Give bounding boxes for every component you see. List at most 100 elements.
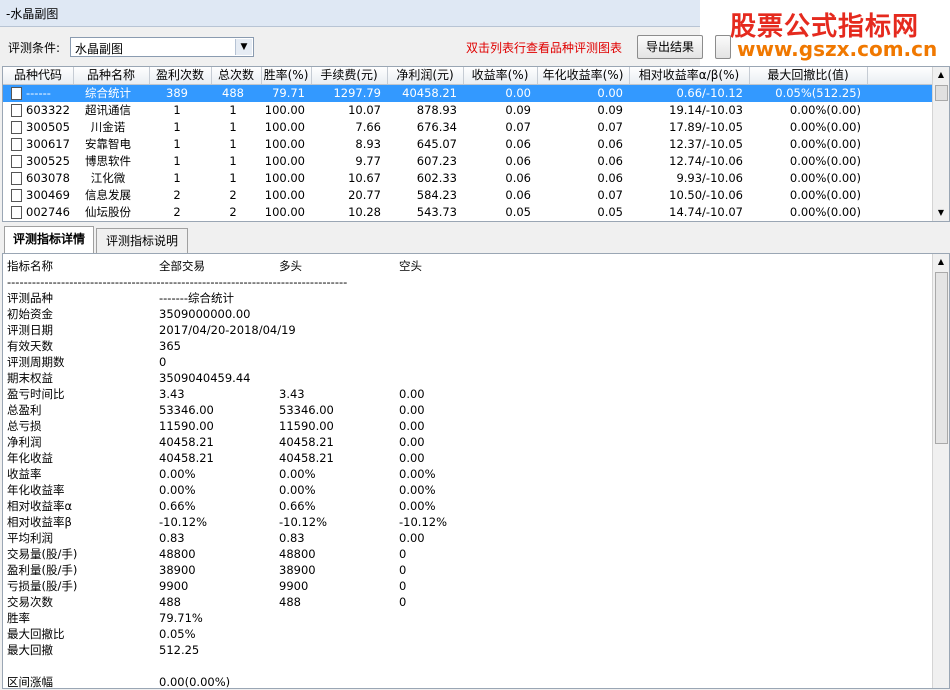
table-cell: 综合统计 [85, 86, 131, 100]
detail-cell: 交易量(股/手) [7, 547, 78, 561]
detail-cell: -10.12% [279, 515, 327, 529]
table-cell: 12.74/-10.06 [669, 154, 743, 168]
detail-cell: 0.00% [279, 483, 316, 497]
detail-cell: 488 [159, 595, 181, 609]
tab-description[interactable]: 评测指标说明 [96, 228, 188, 253]
detail-scrollbar[interactable]: ▲ [932, 254, 949, 688]
detail-cell: 2017/04/20-2018/04/19 [159, 323, 296, 337]
column-header[interactable]: 年化收益率(%) [537, 67, 630, 84]
table-cell: 543.73 [416, 205, 457, 219]
detail-cell: 9900 [279, 579, 309, 593]
detail-cell: 期末权益 [7, 371, 53, 385]
table-cell: 信息发展 [85, 188, 131, 202]
table-row[interactable]: 300617 安靠智电 1 1 100.00 8.93 645.07 0.06 0.06 12.3… [3, 136, 933, 153]
scroll-up-icon[interactable]: ▲ [933, 67, 949, 83]
table-cell: 645.07 [416, 137, 457, 151]
detail-cell: -10.12% [159, 515, 207, 529]
document-icon [11, 87, 22, 100]
column-header[interactable]: 胜率(%) [261, 67, 312, 84]
table-cell: 676.34 [416, 120, 457, 134]
detail-cell: 亏损量(股/手) [7, 579, 78, 593]
detail-cell: 胜率 [7, 611, 30, 625]
column-header[interactable]: 手续费(元) [311, 67, 388, 84]
column-header[interactable]: 盈利次数 [149, 67, 212, 84]
table-cell: 2 [229, 205, 237, 219]
table-row[interactable]: 300525 博思软件 1 1 100.00 9.77 607.23 0.06 0.06 12.7… [3, 153, 933, 170]
column-header[interactable]: 品种代码 [3, 67, 74, 84]
detail-cell: 0.00 [399, 403, 425, 417]
detail-cell: 79.71% [159, 611, 203, 625]
detail-cell: 相对收益率α [7, 499, 73, 513]
table-cell: 0.07 [597, 188, 623, 202]
table-cell: 2 [173, 188, 181, 202]
table-row[interactable]: ------ 综合统计 389 488 79.71 1297.79 40458.21 0.00… [3, 85, 933, 102]
results-grid[interactable]: 品种代码 品种名称 盈利次数 总次数 胜率(%) 手续费(元) 净利润(元) 收益率(%) 年化… [2, 66, 950, 222]
column-header[interactable]: 品种名称 [73, 67, 150, 84]
detail-cell: 365 [159, 339, 181, 353]
column-header[interactable]: 净利润(元) [387, 67, 464, 84]
document-icon [11, 104, 22, 117]
scroll-thumb[interactable] [935, 85, 948, 101]
detail-cell: 收益率 [7, 467, 42, 481]
condition-select[interactable]: 水晶副图 ▼ [70, 37, 254, 57]
table-cell: 79.71 [272, 86, 305, 100]
row-code-cell: ------ [3, 85, 67, 102]
row-code-cell: 300505 [3, 119, 70, 136]
table-cell: 川金诺 [90, 120, 126, 134]
scroll-up-icon[interactable]: ▲ [933, 254, 949, 270]
table-cell: 8.93 [355, 137, 381, 151]
detail-cell: 0.00% [279, 467, 316, 481]
table-cell: 0.00 [505, 86, 531, 100]
extra-button[interactable] [715, 35, 731, 59]
scroll-thumb[interactable] [935, 272, 948, 444]
table-row[interactable]: 300469 信息发展 2 2 100.00 20.77 584.23 0.06 0.07 10.… [3, 187, 933, 204]
column-header[interactable]: 最大回撤比(值) [749, 67, 868, 84]
detail-cell: 评测日期 [7, 323, 53, 337]
detail-cell: 3.43 [159, 387, 185, 401]
table-cell: 0.66/-10.12 [676, 86, 743, 100]
detail-cell: 0.83 [159, 531, 185, 545]
table-cell: 100.00 [264, 171, 305, 185]
row-code: 603078 [26, 171, 70, 185]
table-cell: 0.00%(0.00) [789, 154, 861, 168]
detail-cell: 空头 [399, 259, 422, 273]
detail-cell: 多头 [279, 259, 302, 273]
document-icon [11, 206, 22, 219]
chevron-down-icon[interactable]: ▼ [235, 39, 252, 55]
column-header[interactable]: 收益率(%) [463, 67, 538, 84]
table-cell: 17.89/-10.05 [669, 120, 743, 134]
detail-cell: 指标名称 [7, 259, 53, 273]
grid-scrollbar[interactable]: ▲ ▼ [932, 67, 949, 221]
detail-cell: 相对收益率β [7, 515, 72, 529]
export-button[interactable]: 导出结果 [637, 35, 703, 59]
scroll-down-icon[interactable]: ▼ [933, 205, 949, 221]
table-cell: 0.00%(0.00) [789, 120, 861, 134]
detail-cell: 48800 [279, 547, 316, 561]
detail-separator: ----------------------------------------… [7, 275, 348, 289]
table-row[interactable]: 300505 川金诺 1 1 100.00 7.66 676.34 0.07 0.07 17.89… [3, 119, 933, 136]
detail-cell: 盈利量(股/手) [7, 563, 78, 577]
detail-cell: 交易次数 [7, 595, 53, 609]
table-cell: 40458.21 [402, 86, 457, 100]
row-code: 603322 [26, 103, 70, 117]
row-code: 300617 [26, 137, 70, 151]
table-cell: 0.05%(512.25) [775, 86, 861, 100]
table-cell: 9.77 [355, 154, 381, 168]
table-cell: 1 [173, 103, 181, 117]
detail-cell: 40458.21 [159, 435, 214, 449]
table-row[interactable]: 603322 超讯通信 1 1 100.00 10.07 878.93 0.09 0.09 19.… [3, 102, 933, 119]
table-row[interactable]: 002746 仙坛股份 2 2 100.00 10.28 543.73 0.05 0.05 14.… [3, 204, 933, 221]
table-row[interactable]: 603078 江化微 1 1 100.00 10.67 602.33 0.06 0.06 9.93… [3, 170, 933, 187]
detail-cell: -10.12% [399, 515, 447, 529]
column-header[interactable]: 总次数 [211, 67, 262, 84]
table-cell: 0.06 [597, 171, 623, 185]
detail-cell: 0.00% [399, 467, 436, 481]
table-cell: 20.77 [348, 188, 381, 202]
condition-label: 评测条件: [8, 41, 61, 55]
table-cell: 10.50/-10.06 [669, 188, 743, 202]
column-header[interactable]: 相对收益率α/β(%) [629, 67, 750, 84]
row-code-cell: 603078 [3, 170, 70, 187]
detail-cell: 38900 [159, 563, 196, 577]
tab-detail[interactable]: 评测指标详情 [4, 226, 94, 253]
document-icon [11, 172, 22, 185]
